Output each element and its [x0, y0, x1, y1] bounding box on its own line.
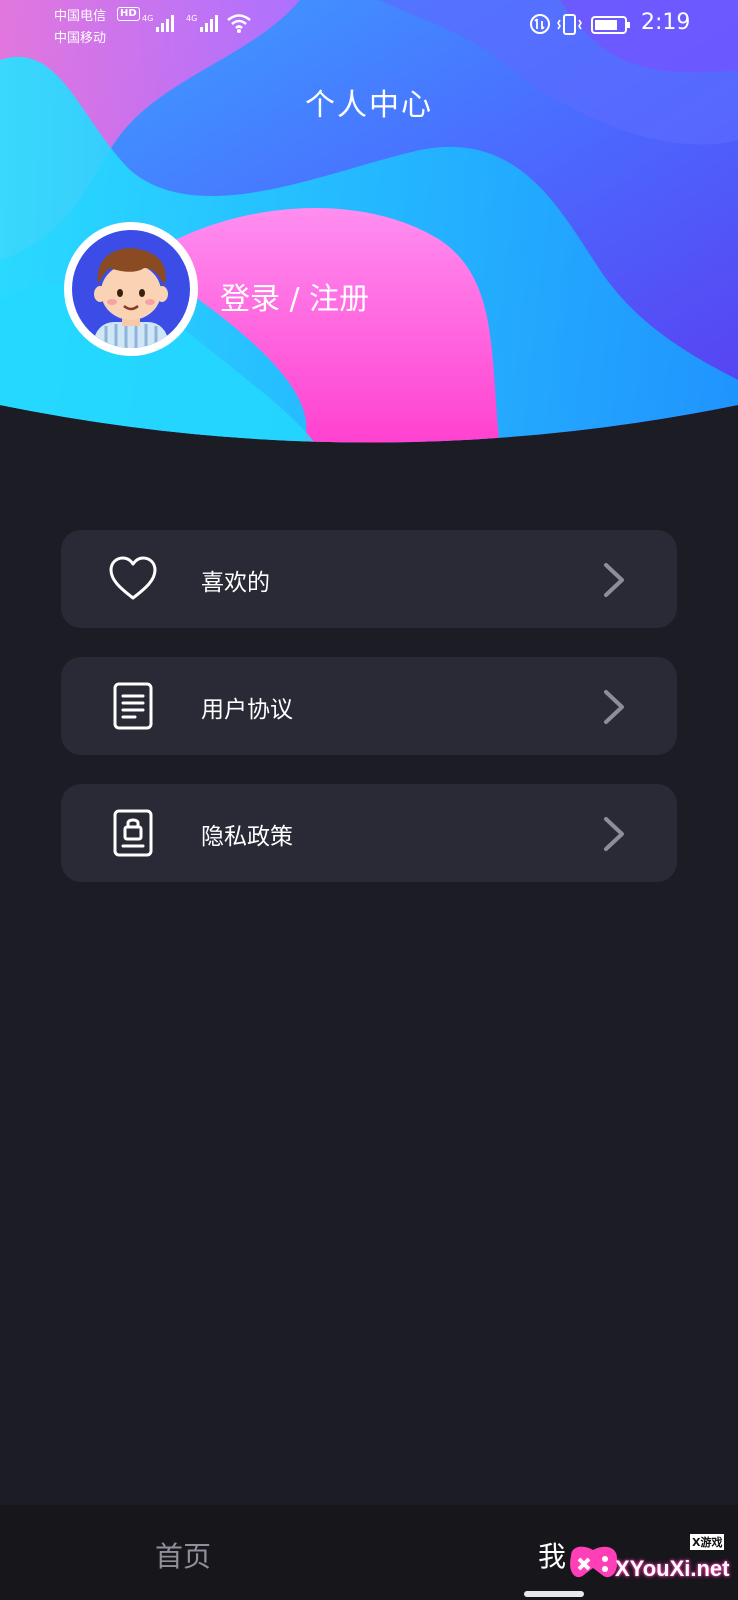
wifi-icon: [227, 14, 251, 33]
chevron-right-icon: [604, 563, 624, 597]
page-title: 个人中心: [305, 88, 433, 123]
signal-icon: 4G: [142, 14, 174, 32]
menu-item-user-agreement[interactable]: 用户协议: [61, 657, 677, 755]
document-icon: [113, 682, 153, 730]
home-indicator[interactable]: [524, 1591, 584, 1597]
watermark: X游戏 XYouXi.net: [563, 1530, 735, 1596]
user-avatar-icon: [72, 230, 190, 348]
watermark-small-text: X游戏: [690, 1534, 725, 1550]
tab-home[interactable]: 首页: [155, 1535, 211, 1575]
network-type-label: 4G: [142, 14, 153, 23]
carrier-name-secondary: 中国移动: [54, 31, 107, 46]
data-saver-icon: [530, 14, 550, 34]
status-bar: 中国电信 HD 中国移动 4G 4G 2:19: [0, 0, 738, 50]
carrier-name-primary: 中国电信: [54, 9, 107, 24]
heart-icon: [109, 556, 157, 600]
vibrate-icon: [557, 14, 582, 35]
menu-item-favorites[interactable]: 喜欢的: [61, 530, 677, 628]
battery-icon: [591, 16, 630, 34]
hd-badge: HD: [117, 7, 140, 21]
menu-item-label: 喜欢的: [201, 570, 270, 596]
system-status-icons: [530, 14, 630, 35]
menu-item-privacy-policy[interactable]: 隐私政策: [61, 784, 677, 882]
menu-item-label: 用户协议: [201, 697, 293, 723]
status-time: 2:19: [641, 10, 691, 35]
avatar[interactable]: [64, 222, 198, 356]
signal-icon: 4G: [186, 14, 218, 32]
tab-me[interactable]: 我: [538, 1535, 566, 1575]
network-type-label: 4G: [186, 14, 197, 23]
chevron-right-icon: [604, 817, 624, 851]
chevron-right-icon: [604, 690, 624, 724]
menu-item-label: 隐私政策: [201, 824, 293, 850]
login-register-link[interactable]: 登录 / 注册: [220, 274, 369, 318]
privacy-lock-icon: [113, 809, 153, 857]
watermark-text: XYouXi.net: [615, 1556, 730, 1581]
profile-header: 中国电信 HD 中国移动 4G 4G 2:19 个人中心 登录 / 注册: [0, 0, 738, 450]
gamepad-logo-icon: [570, 1546, 618, 1578]
